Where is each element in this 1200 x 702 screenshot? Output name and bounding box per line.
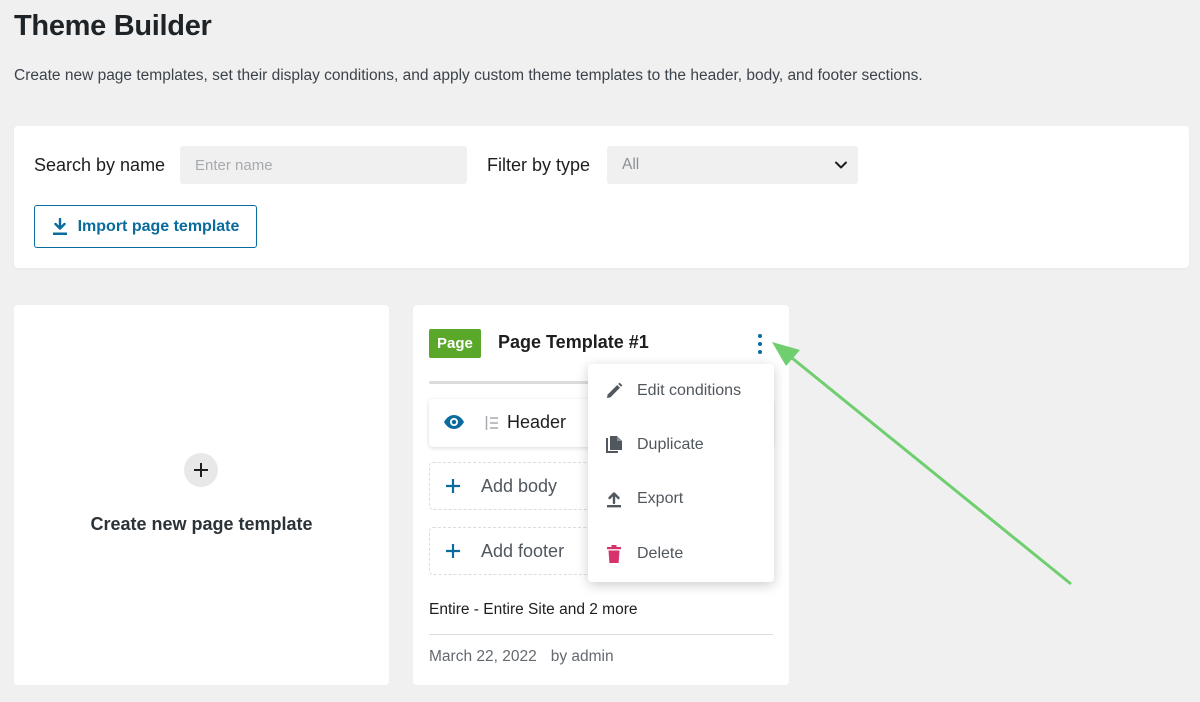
create-template-card[interactable]: Create new page template bbox=[14, 305, 389, 685]
display-conditions: Entire - Entire Site and 2 more bbox=[429, 601, 638, 618]
download-icon bbox=[52, 217, 67, 235]
chevron-down-icon bbox=[835, 161, 847, 169]
template-title: Page Template #1 bbox=[498, 332, 649, 352]
header-section-icon bbox=[485, 416, 498, 430]
more-options-icon[interactable] bbox=[754, 334, 766, 354]
search-input[interactable] bbox=[180, 146, 467, 184]
header-section-label: Header bbox=[507, 412, 567, 432]
eye-icon[interactable] bbox=[443, 414, 465, 430]
create-template-label: Create new page template bbox=[90, 514, 313, 534]
pencil-icon bbox=[607, 382, 623, 398]
menu-label: Duplicate bbox=[637, 436, 704, 453]
menu-item-duplicate[interactable]: Duplicate bbox=[588, 420, 774, 470]
duplicate-icon bbox=[606, 436, 622, 453]
meta-divider bbox=[429, 634, 773, 635]
import-template-label: Import page template bbox=[77, 217, 240, 235]
upload-icon bbox=[607, 492, 621, 508]
type-select-value: All bbox=[622, 156, 640, 173]
add-body-label: Add body bbox=[481, 476, 558, 496]
author: by admin bbox=[550, 648, 614, 665]
menu-label: Export bbox=[637, 490, 684, 507]
menu-item-edit-conditions[interactable]: Edit conditions bbox=[588, 366, 774, 416]
plus-icon bbox=[194, 463, 208, 477]
plus-icon bbox=[446, 479, 460, 493]
options-menu: Edit conditions Duplicate Export Delete bbox=[588, 364, 774, 582]
template-meta: March 22, 2022 by admin bbox=[429, 648, 614, 666]
menu-item-delete[interactable]: Delete bbox=[588, 529, 774, 579]
page-title: Theme Builder bbox=[14, 10, 212, 42]
plus-circle bbox=[184, 453, 218, 487]
plus-icon bbox=[446, 544, 460, 558]
add-footer-label: Add footer bbox=[481, 541, 565, 561]
menu-label: Edit conditions bbox=[637, 382, 742, 399]
trash-icon bbox=[607, 545, 621, 563]
search-label: Search by name bbox=[34, 155, 166, 175]
import-template-button[interactable]: Import page template bbox=[34, 205, 257, 248]
filter-label: Filter by type bbox=[487, 155, 591, 175]
type-select[interactable]: All bbox=[607, 146, 858, 184]
menu-label: Delete bbox=[637, 545, 684, 562]
menu-item-export[interactable]: Export bbox=[588, 474, 774, 524]
filter-panel: Search by name Filter by type All Import… bbox=[14, 126, 1189, 268]
type-badge: Page bbox=[429, 329, 481, 358]
created-date: March 22, 2022 bbox=[429, 648, 537, 665]
page-description: Create new page templates, set their dis… bbox=[14, 67, 923, 84]
